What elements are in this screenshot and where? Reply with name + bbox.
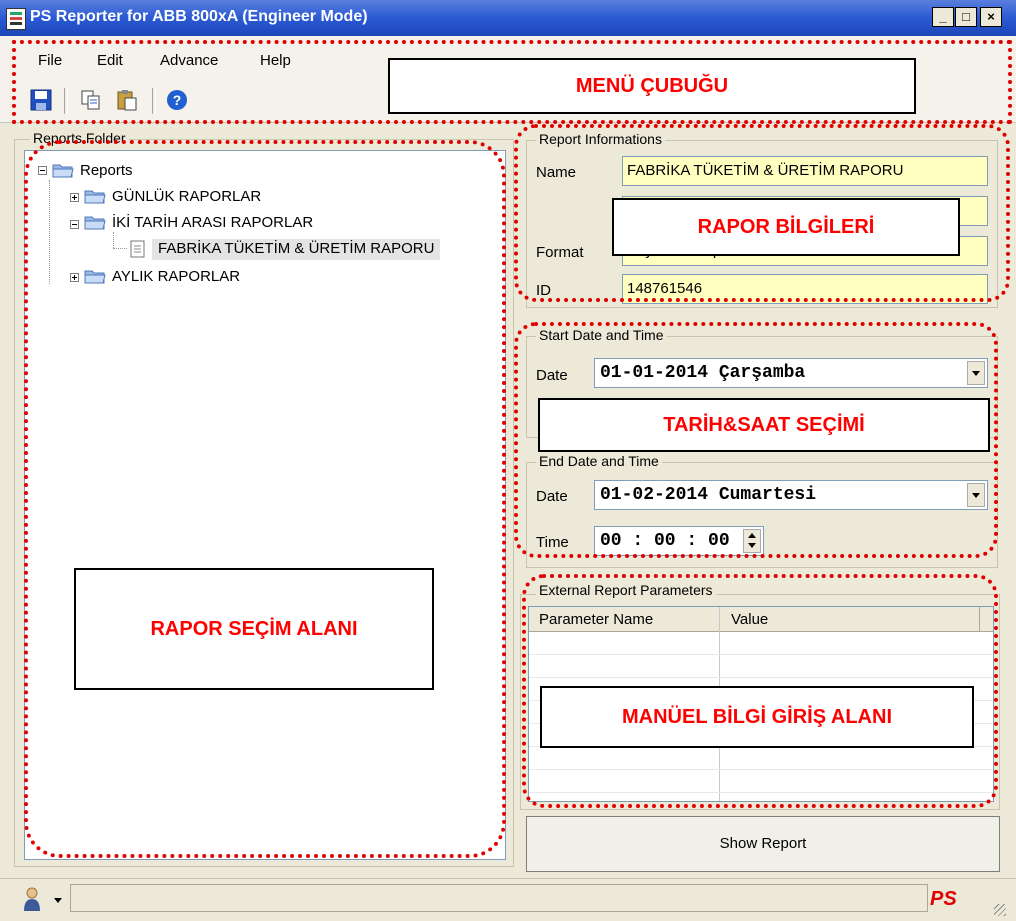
- callout-rapor-secim: RAPOR SEÇİM ALANI: [74, 568, 434, 690]
- app-icon: [6, 8, 26, 30]
- callout-rapor-bilgileri: RAPOR BİLGİLERİ: [612, 198, 960, 256]
- minimize-button[interactable]: _: [932, 7, 954, 27]
- ps-logo: PS: [930, 888, 957, 910]
- user-dropdown-icon[interactable]: [54, 898, 62, 903]
- resize-grip[interactable]: [994, 904, 1006, 916]
- callout-tarih-saat: TARİH&SAAT SEÇİMİ: [538, 398, 990, 452]
- maximize-button[interactable]: □: [955, 7, 977, 27]
- user-icon[interactable]: [22, 886, 42, 912]
- close-button[interactable]: ×: [980, 7, 1002, 27]
- show-report-button[interactable]: Show Report: [526, 816, 1000, 872]
- window-title: PS Reporter for ABB 800xA (Engineer Mode…: [30, 8, 368, 25]
- status-text-panel: [70, 884, 928, 912]
- annotation-tree-region: [24, 140, 506, 858]
- callout-manuel: MANÜEL BİLGİ GİRİŞ ALANI: [540, 686, 974, 748]
- callout-menu: MENÜ ÇUBUĞU: [388, 58, 916, 114]
